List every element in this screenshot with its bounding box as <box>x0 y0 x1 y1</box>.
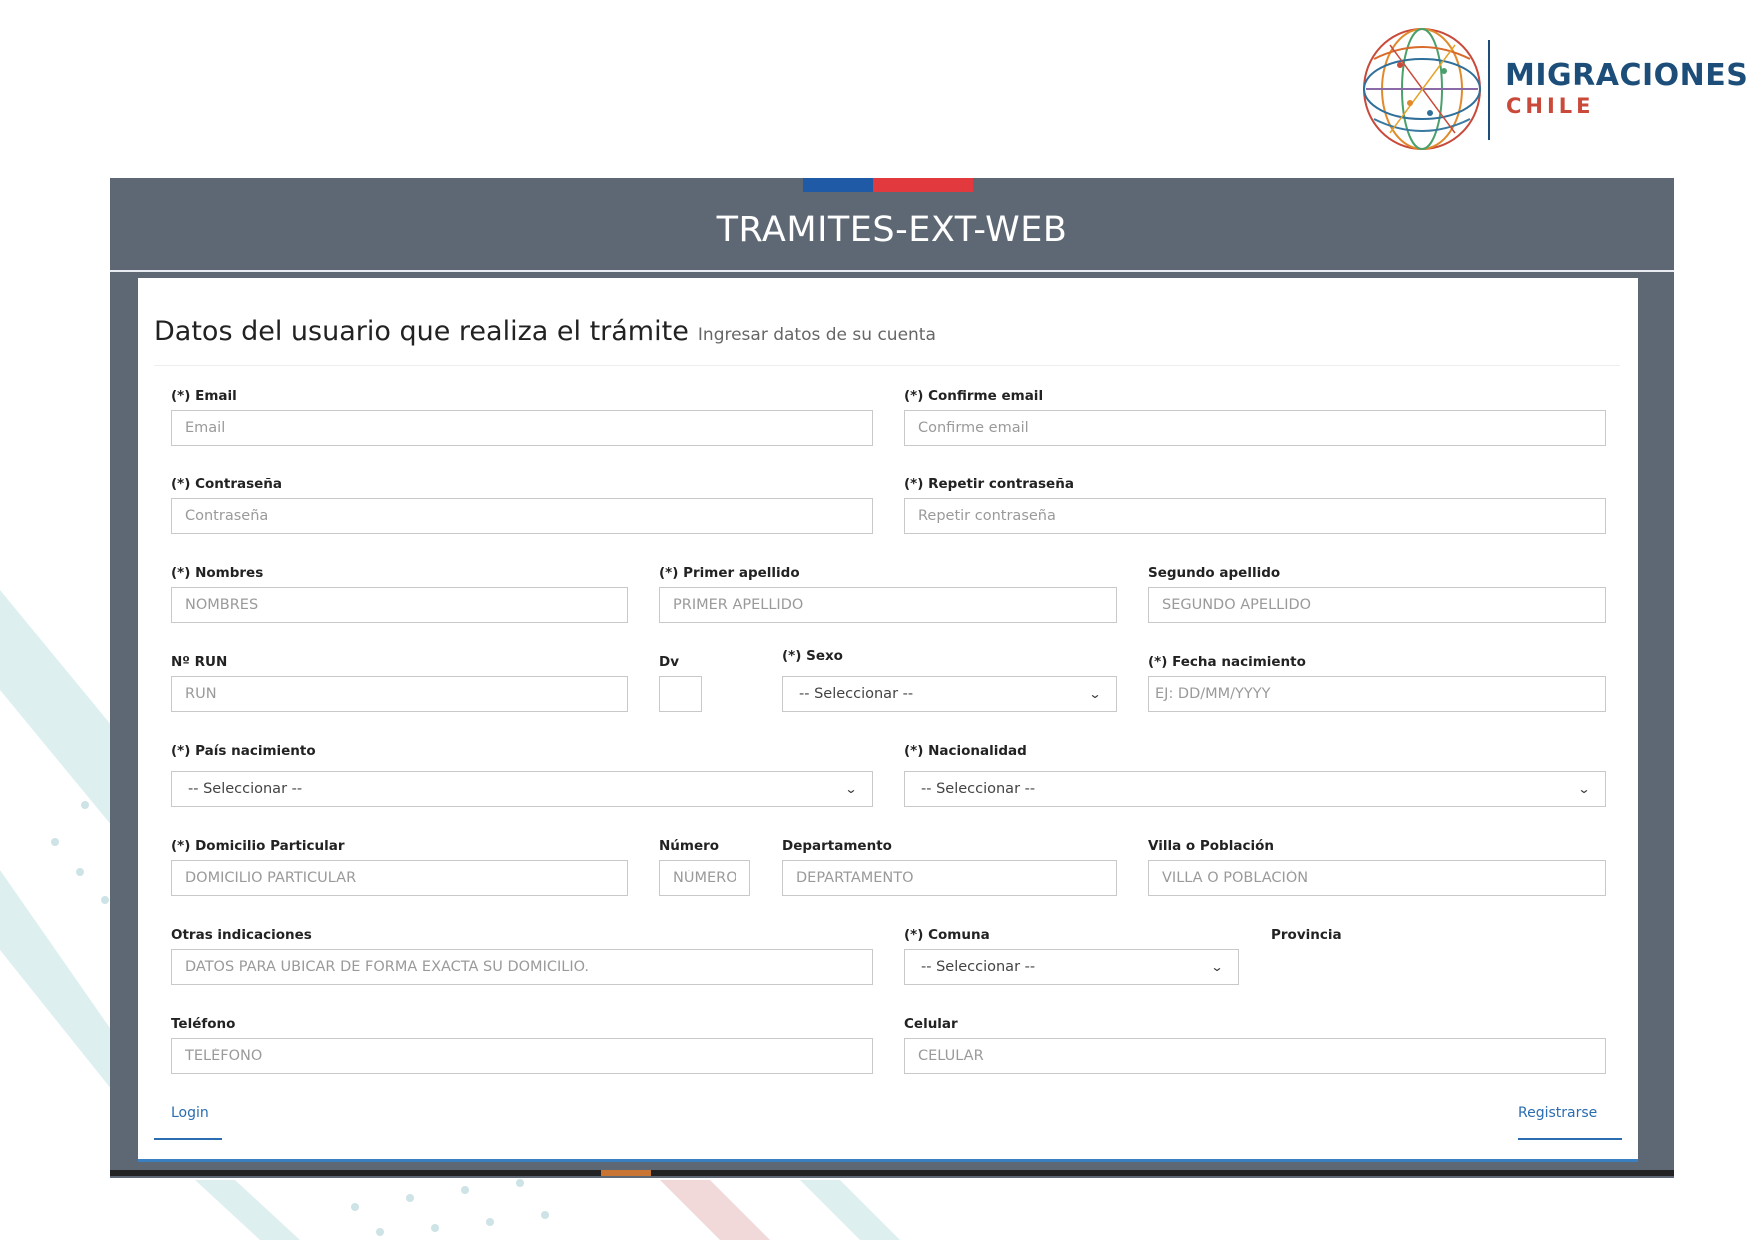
segundo-apellido-label: Segundo apellido <box>1148 565 1281 581</box>
telefono-input[interactable] <box>171 1038 873 1074</box>
login-underline <box>154 1138 222 1140</box>
celular-input[interactable] <box>904 1038 1606 1074</box>
app-title: TRAMITES-EXT-WEB <box>716 210 1068 250</box>
register-underline <box>1518 1138 1622 1140</box>
primer-apellido-input[interactable] <box>659 587 1117 623</box>
nacionalidad-select-value: -- Seleccionar -- <box>921 781 1036 797</box>
telefono-label: Teléfono <box>171 1016 236 1032</box>
domicilio-input[interactable] <box>171 860 628 896</box>
chevron-down-icon: ⌄ <box>1577 782 1591 796</box>
email-label: (*) Email <box>171 388 237 404</box>
chevron-down-icon: ⌄ <box>1210 960 1224 974</box>
logo-text-chile: CHILE <box>1506 94 1595 118</box>
flag-bar <box>803 178 973 192</box>
pais-nacimiento-select-value: -- Seleccionar -- <box>188 781 303 797</box>
primer-apellido-label: (*) Primer apellido <box>659 565 800 581</box>
comuna-label: (*) Comuna <box>904 927 990 943</box>
logo-text-migraciones: MIGRACIONES <box>1505 58 1748 93</box>
domicilio-label: (*) Domicilio Particular <box>171 838 345 854</box>
villa-input[interactable] <box>1148 860 1606 896</box>
numero-input[interactable] <box>659 860 750 896</box>
app-frame: TRAMITES-EXT-WEB Datos del usuario que r… <box>110 178 1674 1178</box>
header-divider <box>110 270 1674 272</box>
numero-label: Número <box>659 838 720 854</box>
otras-indicaciones-label: Otras indicaciones <box>171 927 312 943</box>
nacionalidad-select[interactable]: -- Seleccionar -- ⌄ <box>904 771 1606 807</box>
pais-nacimiento-select[interactable]: -- Seleccionar -- ⌄ <box>171 771 873 807</box>
bottom-band <box>110 1170 1674 1176</box>
bottom-accent <box>601 1170 651 1176</box>
panel-title: Datos del usuario que realiza el trámite <box>154 316 689 347</box>
flag-red-segment <box>873 178 973 192</box>
chevron-down-icon: ⌄ <box>844 782 858 796</box>
provincia-label: Provincia <box>1271 927 1342 943</box>
departamento-label: Departamento <box>782 838 892 854</box>
logo-separator <box>1488 40 1490 140</box>
migraciones-logo: MIGRACIONES CHILE <box>1360 22 1748 152</box>
sexo-select-value: -- Seleccionar -- <box>799 686 914 702</box>
panel-heading: Datos del usuario que realiza el trámite… <box>154 316 1620 366</box>
repeat-password-input[interactable] <box>904 498 1606 534</box>
comuna-select-value: -- Seleccionar -- <box>921 959 1036 975</box>
nombres-label: (*) Nombres <box>171 565 264 581</box>
comuna-select[interactable]: -- Seleccionar -- ⌄ <box>904 949 1239 985</box>
register-link[interactable]: Registrarse <box>1518 1105 1597 1121</box>
otras-indicaciones-input[interactable] <box>171 949 873 985</box>
nombres-input[interactable] <box>171 587 628 623</box>
repeat-password-label: (*) Repetir contraseña <box>904 476 1074 492</box>
dv-label: Dv <box>659 654 680 670</box>
pais-nacimiento-label: (*) País nacimiento <box>171 743 316 759</box>
celular-label: Celular <box>904 1016 958 1032</box>
flag-blue-segment <box>803 178 873 192</box>
run-input[interactable] <box>171 676 628 712</box>
fecha-nacimiento-input[interactable] <box>1148 676 1606 712</box>
confirm-email-input[interactable] <box>904 410 1606 446</box>
sexo-label: (*) Sexo <box>782 648 843 664</box>
chevron-down-icon: ⌄ <box>1088 687 1102 701</box>
fecha-nacimiento-label: (*) Fecha nacimiento <box>1148 654 1306 670</box>
login-link[interactable]: Login <box>171 1105 209 1121</box>
villa-label: Villa o Población <box>1148 838 1274 854</box>
password-input[interactable] <box>171 498 873 534</box>
confirm-email-label: (*) Confirme email <box>904 388 1044 404</box>
segundo-apellido-input[interactable] <box>1148 587 1606 623</box>
nacionalidad-label: (*) Nacionalidad <box>904 743 1027 759</box>
run-label: Nº RUN <box>171 654 228 670</box>
email-input[interactable] <box>171 410 873 446</box>
password-label: (*) Contraseña <box>171 476 283 492</box>
registration-panel: Datos del usuario que realiza el trámite… <box>138 278 1638 1162</box>
panel-subtitle: Ingresar datos de su cuenta <box>697 325 936 345</box>
dv-input[interactable] <box>659 676 702 712</box>
sexo-select[interactable]: -- Seleccionar -- ⌄ <box>782 676 1117 712</box>
globe-icon <box>1363 28 1481 150</box>
departamento-input[interactable] <box>782 860 1117 896</box>
